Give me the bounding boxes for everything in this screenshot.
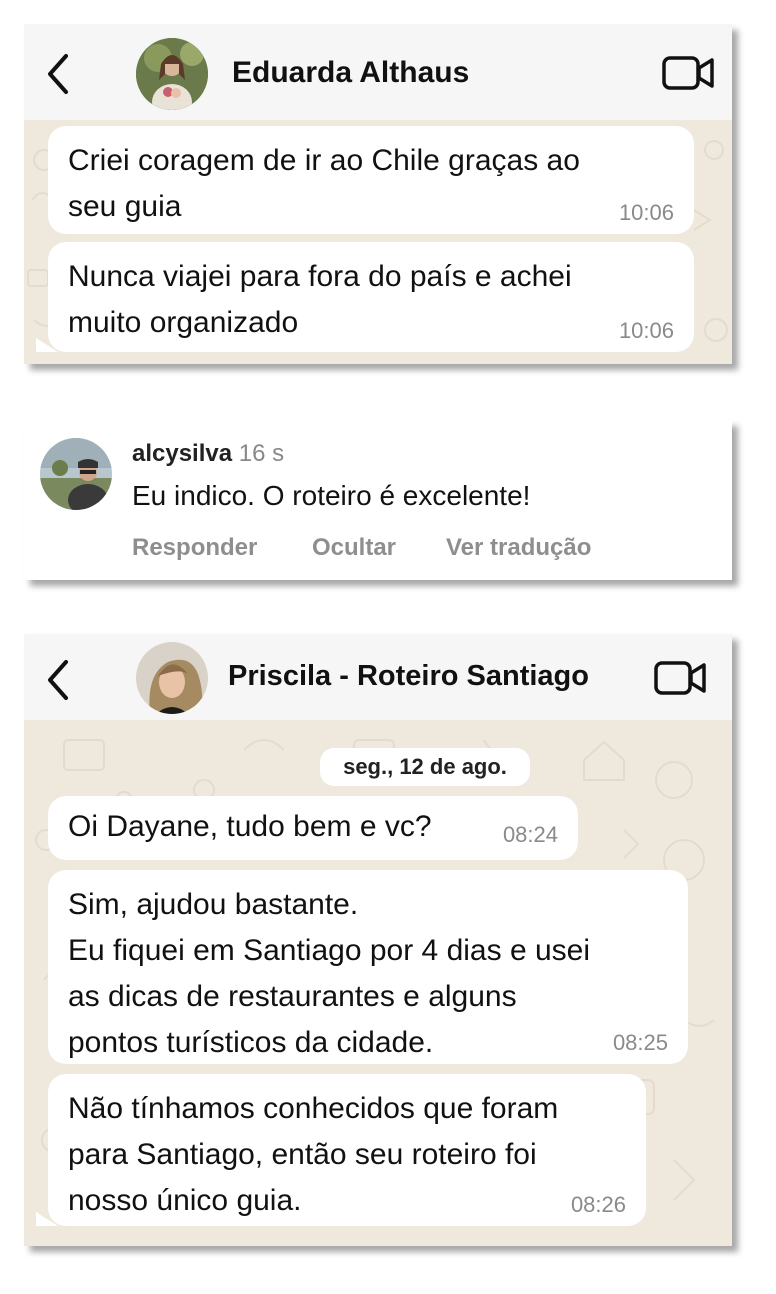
message-time: 08:26 bbox=[570, 1192, 626, 1217]
comment-card: alcysilva 16 s Eu indico. O roteiro é ex… bbox=[24, 420, 732, 580]
avatar-photo bbox=[136, 642, 208, 714]
comment-username[interactable]: alcysilva 16 s bbox=[132, 440, 284, 468]
avatar-photo bbox=[40, 438, 112, 510]
contact-name[interactable]: Priscila - Roteiro Santiago bbox=[228, 660, 589, 693]
bubble-tail bbox=[36, 338, 58, 352]
message-text: Criei coragem de ir ao Chile graças ao s… bbox=[68, 144, 580, 223]
translate-button[interactable]: Ver tradução bbox=[446, 534, 591, 562]
chat-card-eduarda: Eduarda Althaus Criei coragem de ir ao C… bbox=[24, 24, 732, 364]
back-arrow-icon[interactable] bbox=[44, 52, 74, 96]
contact-name[interactable]: Eduarda Althaus bbox=[232, 56, 469, 90]
message-time: 10:06 bbox=[618, 200, 674, 225]
chat-header: Priscila - Roteiro Santiago bbox=[24, 634, 732, 720]
chat-header: Eduarda Althaus bbox=[24, 24, 732, 120]
back-arrow-icon[interactable] bbox=[44, 658, 74, 702]
message-text: Nunca viajei para fora do país e achei m… bbox=[68, 260, 572, 339]
message-bubble[interactable]: Nunca viajei para fora do país e achei m… bbox=[48, 242, 694, 352]
message-time: 08:25 bbox=[612, 1030, 668, 1055]
commenter-avatar[interactable] bbox=[40, 438, 112, 510]
message-text: Oi Dayane, tudo bem e vc? bbox=[68, 810, 432, 843]
avatar[interactable] bbox=[136, 38, 208, 110]
message-bubble[interactable]: Não tínhamos conhecidos que foram para S… bbox=[48, 1074, 646, 1226]
message-time: 08:24 bbox=[502, 822, 558, 847]
chat-card-priscila: Priscila - Roteiro Santiago seg., 12 de … bbox=[24, 634, 732, 1246]
avatar[interactable] bbox=[136, 642, 208, 714]
bubble-tail bbox=[36, 1212, 58, 1226]
comment-text: Eu indico. O roteiro é excelente! bbox=[132, 480, 531, 511]
comment-age: 16 s bbox=[238, 440, 285, 467]
date-separator: seg., 12 de ago. bbox=[320, 748, 530, 786]
video-call-icon[interactable] bbox=[662, 56, 716, 90]
message-time: 10:06 bbox=[618, 318, 674, 343]
message-bubble[interactable]: Oi Dayane, tudo bem e vc? 08:24 bbox=[48, 796, 578, 860]
hide-button[interactable]: Ocultar bbox=[312, 534, 396, 562]
avatar-photo bbox=[136, 38, 208, 110]
video-call-icon[interactable] bbox=[654, 661, 708, 695]
message-text: Sim, ajudou bastante. Eu fiquei em Santi… bbox=[68, 888, 590, 1059]
reply-button[interactable]: Responder bbox=[132, 534, 257, 562]
message-bubble[interactable]: Sim, ajudou bastante. Eu fiquei em Santi… bbox=[48, 870, 688, 1064]
message-text: Não tínhamos conhecidos que foram para S… bbox=[68, 1092, 559, 1217]
message-bubble[interactable]: Criei coragem de ir ao Chile graças ao s… bbox=[48, 126, 694, 234]
username[interactable]: alcysilva bbox=[132, 440, 232, 467]
